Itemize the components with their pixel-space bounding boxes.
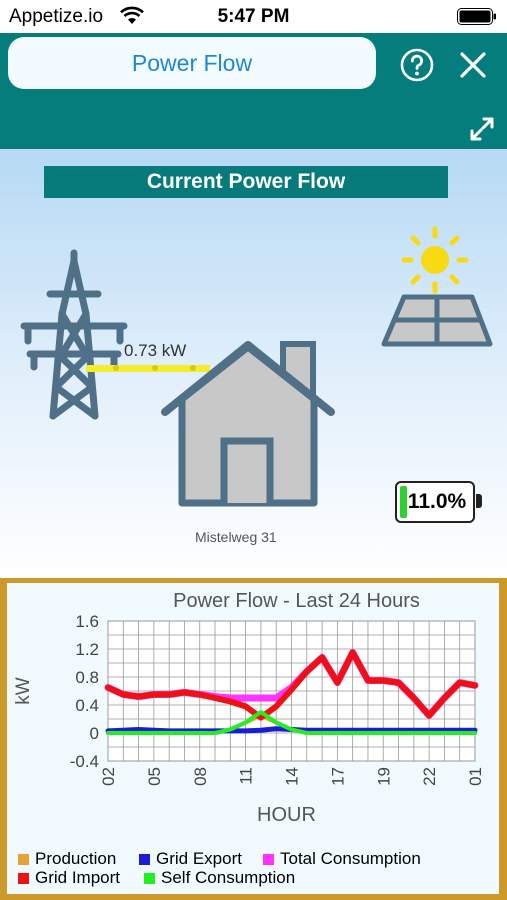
y-tick-label: 1.2: [75, 640, 99, 659]
close-icon[interactable]: [458, 50, 488, 80]
legend-production: Production: [18, 849, 116, 869]
chart-title: Power Flow - Last 24 Hours: [173, 590, 420, 612]
help-icon[interactable]: [400, 48, 434, 82]
page-title: Power Flow: [8, 37, 376, 89]
legend-total-consumption: Total Consumption: [263, 849, 421, 869]
chart-container: Power Flow - Last 24 Hours -0.4 0 0.4 0.8 1.2…: [7, 583, 499, 894]
battery-terminal: [476, 494, 482, 508]
status-bar: Appetize.io 5:47 PM: [0, 0, 507, 33]
legend-swatch: [263, 853, 274, 865]
grid-power-label: 0.73 kW: [124, 341, 187, 360]
y-tick-label: 0.4: [75, 696, 99, 715]
y-tick-label: 0.8: [75, 668, 99, 687]
battery-status-icon: [457, 8, 496, 25]
expand-icon[interactable]: [468, 115, 496, 143]
chart-panel: Power Flow - Last 24 Hours -0.4 0 0.4 0.8 1.2…: [0, 578, 507, 900]
address-label: Mistelweg 31: [195, 529, 277, 545]
x-axis-label: HOUR: [257, 804, 316, 826]
legend-swatch: [144, 872, 155, 884]
legend-swatch: [18, 853, 29, 865]
y-tick-label: 1.6: [75, 612, 99, 631]
legend-grid-export: Grid Export: [139, 849, 242, 869]
app-header: Power Flow: [0, 33, 507, 149]
y-tick-label: -0.4: [70, 752, 99, 771]
status-time: 5:47 PM: [217, 6, 290, 27]
x-tick-label: 19: [374, 767, 393, 786]
legend-grid-import: Grid Import: [18, 868, 120, 888]
x-tick-label: 17: [328, 767, 347, 786]
x-tick-label: 01: [466, 767, 485, 786]
power-chart: Power Flow - Last 24 Hours -0.4 0 0.4 0.8 1.2…: [13, 590, 485, 826]
y-axis-label: kW: [13, 677, 34, 705]
battery-percent: 11.0%: [407, 490, 467, 513]
legend-swatch: [18, 872, 29, 884]
solar-panel-icon: [381, 294, 493, 347]
battery-indicator: 11.0%: [395, 481, 482, 523]
x-tick-label: 02: [99, 767, 118, 786]
power-flow-scene: Current Power Flow 0.73 kW Mistelweg 31 …: [0, 149, 507, 578]
x-tick-label: 08: [191, 767, 210, 786]
y-tick-label: 0: [90, 724, 99, 743]
x-tick-label: 11: [237, 767, 256, 785]
power-line: [86, 365, 210, 372]
x-tick-label: 22: [420, 767, 439, 786]
legend-self-consumption: Self Consumption: [144, 868, 295, 888]
pylon-icon: [20, 249, 128, 420]
legend-swatch: [139, 853, 150, 865]
x-tick-label: 14: [283, 767, 302, 786]
sun-icon: [401, 226, 469, 294]
x-tick-label: 05: [145, 767, 164, 786]
